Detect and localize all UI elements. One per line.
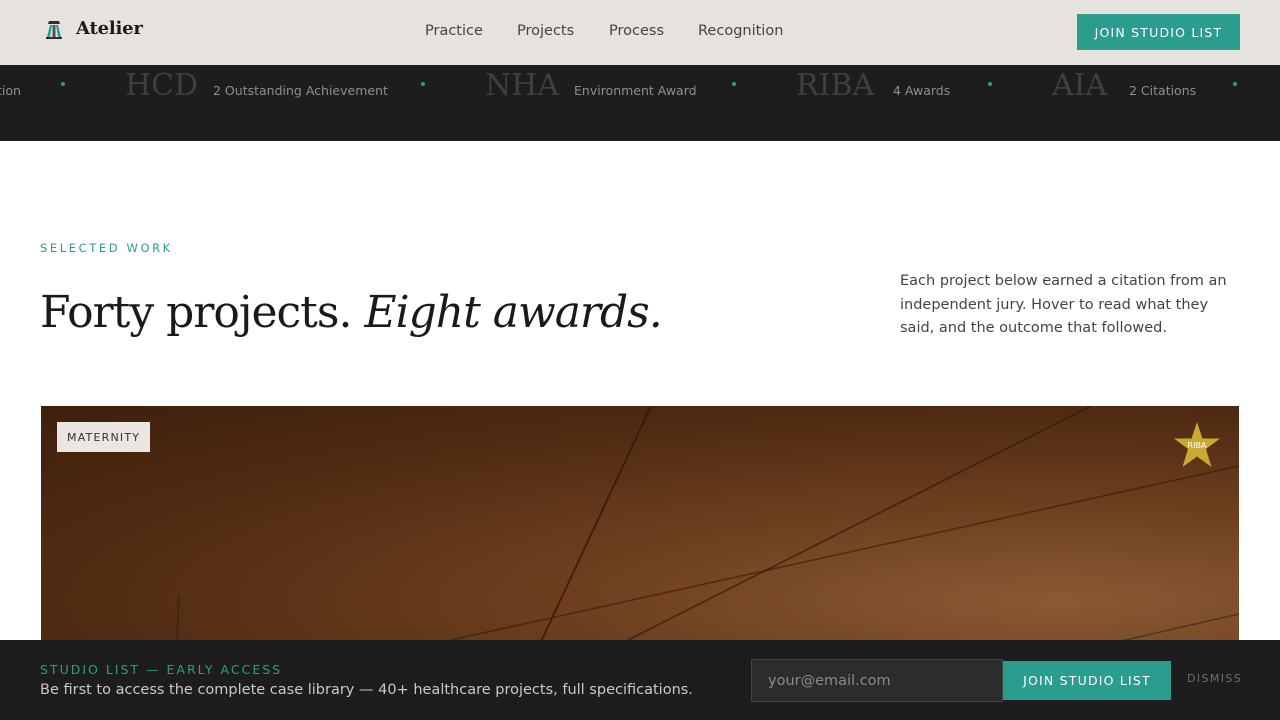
brand[interactable]: Atelier <box>45 18 143 39</box>
ticker-separator-dot <box>61 82 65 86</box>
ticker-separator-dot <box>988 82 992 86</box>
nav-practice[interactable]: Practice <box>425 23 483 43</box>
dismiss-button[interactable]: DISMISS <box>1187 672 1242 685</box>
join-studio-list-button[interactable]: JOIN STUDIO LIST <box>1077 14 1240 50</box>
ticker-item-desc: 2 Citations <box>1129 83 1197 98</box>
ticker-item-desc: 4 Awards <box>893 83 951 98</box>
headline-regular: Forty projects. <box>40 287 352 338</box>
signup-bar: STUDIO LIST — EARLY ACCESS Be first to a… <box>0 640 1280 720</box>
ticker-separator-dot <box>421 82 425 86</box>
signup-join-button[interactable]: JOIN STUDIO LIST <box>1003 661 1171 700</box>
brand-name: Atelier <box>76 18 143 39</box>
site-header: Atelier Practice Projects Process Recogn… <box>0 0 1280 65</box>
ticker-item-abbr: HCD <box>125 68 199 103</box>
signup-text: Be first to access the complete case lib… <box>40 682 693 698</box>
ticker-item-abbr: RIBA <box>796 68 875 103</box>
nav-projects[interactable]: Projects <box>517 23 574 43</box>
ticker-separator-dot <box>732 82 736 86</box>
awards-ticker: tion HCD 2 Outstanding Achievement NHA E… <box>0 65 1280 141</box>
award-badge[interactable]: RIBA <box>1172 421 1222 471</box>
section-intro: Each project below earned a citation fro… <box>900 273 1227 336</box>
ticker-item-desc: 2 Outstanding Achievement <box>213 83 388 98</box>
signup-eyebrow: STUDIO LIST — EARLY ACCESS <box>40 662 283 677</box>
nav-recognition[interactable]: Recognition <box>698 23 783 43</box>
headline-italic: Eight awards. <box>364 287 662 338</box>
ticker-item-abbr: NHA <box>485 68 560 103</box>
nav-process[interactable]: Process <box>609 23 664 43</box>
ticker-item-desc: Environment Award <box>574 83 697 98</box>
studio-logo-icon <box>46 20 62 39</box>
award-badge-label: RIBA <box>1187 441 1207 450</box>
ticker-item-desc: tion <box>0 83 21 98</box>
section-headline: Forty projects. Eight awards. <box>40 287 663 338</box>
email-input[interactable] <box>751 659 1003 702</box>
ticker-separator-dot <box>1233 82 1237 86</box>
project-category-tag: MATERNITY <box>57 422 151 452</box>
section-eyebrow: SELECTED WORK <box>40 241 173 255</box>
ticker-item-abbr: AIA <box>1052 68 1108 103</box>
